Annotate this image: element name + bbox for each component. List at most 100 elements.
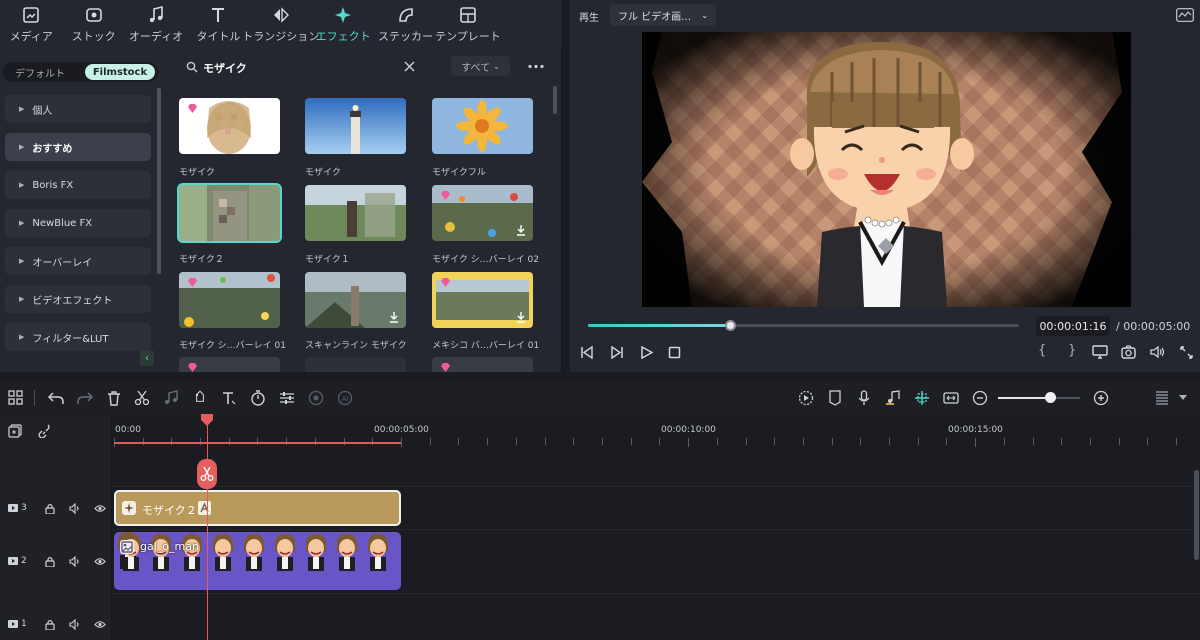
ruler-tick <box>1119 438 1120 445</box>
sidebar-item-video-effect[interactable]: ▶ ビデオエフェクト <box>5 285 151 313</box>
quality-dropdown[interactable]: フル ビデオ画… ⌄ <box>610 4 716 26</box>
redo-icon[interactable] <box>77 390 93 406</box>
effect-clip[interactable]: モザイク２ <box>114 490 401 526</box>
tab-media[interactable]: メディア <box>0 0 62 46</box>
sidebar-item-borisfx[interactable]: ▶ Boris FX <box>5 171 151 199</box>
effect-thumb-mosaic-lighthouse[interactable] <box>305 98 406 154</box>
tab-audio[interactable]: オーディオ <box>125 0 187 46</box>
waveform-scope-icon[interactable] <box>1176 8 1194 22</box>
delete-trash-icon[interactable] <box>106 390 122 406</box>
tab-sticker[interactable]: ステッカー <box>374 0 436 46</box>
effect-thumb-mosaic-sticker-overlay-02[interactable] <box>432 185 533 241</box>
microphone-icon[interactable] <box>856 390 872 406</box>
display-monitor-icon[interactable] <box>1092 345 1108 359</box>
tab-transition[interactable]: トランジション <box>242 0 319 46</box>
effect-thumb-partial[interactable] <box>305 357 406 372</box>
download-icon[interactable] <box>515 311 527 323</box>
sidebar-item-recommended[interactable]: ▶ おすすめ <box>5 133 151 161</box>
lock-icon[interactable] <box>45 556 55 567</box>
tab-effect[interactable]: エフェクト <box>312 0 374 46</box>
next-frame-icon[interactable] <box>610 346 624 359</box>
collapse-sidebar-button[interactable]: ‹ <box>140 350 154 366</box>
snapshot-camera-icon[interactable] <box>1121 345 1136 359</box>
sidebar-item-filter-lut[interactable]: ▶ フィルター&LUT <box>5 323 151 351</box>
ruler-tick <box>545 438 546 445</box>
effect-thumb-mosaic-sticker-overlay-01[interactable] <box>179 272 280 328</box>
video-clip[interactable]: gal_o_man <box>114 532 401 590</box>
eye-icon[interactable] <box>94 620 106 629</box>
add-track-icon[interactable] <box>8 424 22 438</box>
mark-in-button[interactable]: { <box>1038 343 1046 358</box>
filter-dropdown[interactable]: すべて ⌄ <box>451 56 510 76</box>
link-chain-icon[interactable] <box>37 424 51 438</box>
stop-icon[interactable] <box>668 346 681 359</box>
tab-title[interactable]: タイトル <box>187 0 249 46</box>
segment-default[interactable]: デフォルト <box>5 64 75 80</box>
effect-thumb-mosaic-full[interactable] <box>432 98 533 154</box>
audio-edit-icon[interactable] <box>163 390 179 406</box>
track-header-3: 3 <box>0 498 112 518</box>
tab-stock[interactable]: ストック <box>62 0 124 46</box>
effect-thumb-mosaic-1[interactable] <box>305 185 406 241</box>
grid-scrollbar[interactable] <box>553 86 557 114</box>
more-options-icon[interactable] <box>528 64 544 69</box>
search-input[interactable]: モザイク <box>203 60 247 76</box>
scissors-icon[interactable] <box>134 390 150 406</box>
tag-icon[interactable] <box>192 390 208 406</box>
segment-filmstock[interactable]: Filmstock <box>85 64 155 80</box>
volume-icon[interactable] <box>69 555 81 567</box>
timeline-area[interactable] <box>0 416 1200 640</box>
render-preview-icon[interactable] <box>798 390 814 406</box>
video-preview[interactable] <box>642 32 1131 307</box>
volume-icon[interactable] <box>1150 345 1165 359</box>
fit-timeline-icon[interactable] <box>943 390 959 406</box>
track-header-2: 2 <box>0 551 112 571</box>
zoom-slider-knob[interactable] <box>1045 392 1056 403</box>
ruler-tick <box>631 438 632 445</box>
fullscreen-icon[interactable] <box>1180 346 1193 359</box>
caret-down-icon[interactable] <box>1179 395 1187 401</box>
eye-icon[interactable] <box>94 504 106 513</box>
zoom-in-icon[interactable] <box>1093 390 1109 406</box>
lock-icon[interactable] <box>45 503 55 514</box>
layout-grid-icon[interactable] <box>8 390 24 406</box>
audio-mixer-icon[interactable] <box>885 390 901 406</box>
ai-tool-icon[interactable]: AI <box>337 390 353 406</box>
download-icon[interactable] <box>515 224 527 236</box>
speed-timer-icon[interactable] <box>250 390 266 406</box>
split-button[interactable] <box>197 459 217 489</box>
tab-template[interactable]: テンプレート <box>435 0 501 46</box>
effect-thumb-mexico-bar-overlay-01[interactable] <box>432 272 533 328</box>
mark-out-button[interactable]: } <box>1068 343 1076 358</box>
undo-icon[interactable] <box>48 390 64 406</box>
timeline-vertical-scrollbar[interactable] <box>1194 470 1199 560</box>
play-icon[interactable] <box>640 346 653 359</box>
snap-magnet-icon[interactable] <box>914 390 930 406</box>
ruler-tick <box>832 438 833 445</box>
previous-frame-icon[interactable] <box>580 346 594 359</box>
effect-label: モザイク シ…バーレイ 01 <box>179 341 286 351</box>
effect-thumb-mosaic-portrait[interactable] <box>179 98 280 154</box>
sidebar-item-newbluefx[interactable]: ▶ NewBlue FX <box>5 209 151 237</box>
zoom-out-icon[interactable] <box>972 390 988 406</box>
sidebar-item-personal[interactable]: ▶ 個人 <box>5 95 151 123</box>
track-height-icon[interactable] <box>1154 390 1170 406</box>
color-match-icon[interactable] <box>308 390 324 406</box>
marker-icon[interactable] <box>827 390 843 406</box>
playhead-handle[interactable] <box>201 414 213 426</box>
effect-thumb-scanline-mosaic[interactable] <box>305 272 406 328</box>
sidebar-item-overlay[interactable]: ▶ オーバーレイ <box>5 247 151 275</box>
eye-icon[interactable] <box>94 557 106 566</box>
ruler-tick <box>1176 438 1177 445</box>
volume-icon[interactable] <box>69 502 81 514</box>
adjust-sliders-icon[interactable] <box>279 390 295 406</box>
clear-search-icon[interactable] <box>404 61 415 72</box>
effect-thumb-partial[interactable] <box>432 357 533 372</box>
lock-icon[interactable] <box>45 619 55 630</box>
text-tool-icon[interactable] <box>221 390 237 406</box>
effect-thumb-mosaic-2[interactable] <box>177 183 282 243</box>
effect-thumb-partial[interactable] <box>179 357 280 372</box>
sidebar-scrollbar[interactable] <box>157 88 161 274</box>
volume-icon[interactable] <box>69 618 81 630</box>
download-icon[interactable] <box>388 311 400 323</box>
